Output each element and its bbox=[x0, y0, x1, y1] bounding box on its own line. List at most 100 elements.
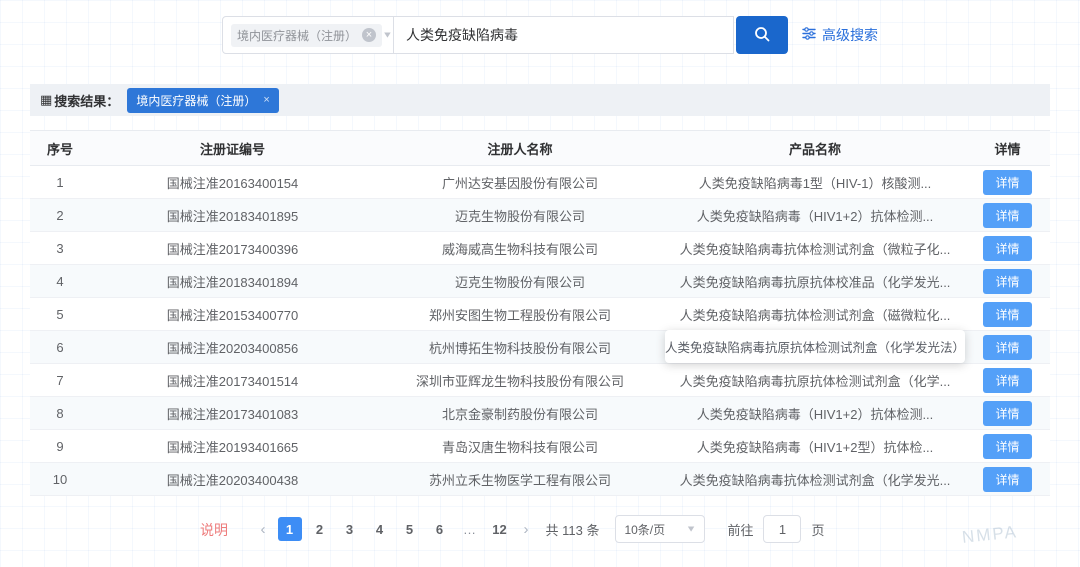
cell-reg-number: 国械注准20153400770 bbox=[90, 298, 375, 331]
cell-index: 9 bbox=[30, 430, 90, 463]
cell-index: 1 bbox=[30, 166, 90, 199]
page-button[interactable]: 6 bbox=[428, 517, 452, 541]
product-name-tooltip: 人类免疫缺陷病毒抗原抗体检测试剂盒（化学发光法） bbox=[665, 330, 965, 363]
search-bar: 境内医疗器械（注册） × ▼ 高级搜索 bbox=[222, 16, 878, 54]
detail-button[interactable]: 详情 bbox=[983, 203, 1031, 228]
cell-detail: 详情 bbox=[965, 298, 1050, 331]
cell-reg-number: 国械注准20203400438 bbox=[90, 463, 375, 496]
header-index: 序号 bbox=[30, 131, 90, 166]
header-registrant: 注册人名称 bbox=[375, 131, 665, 166]
cell-product: 人类免疫缺陷病毒（HIV1+2）抗体检测... bbox=[665, 199, 965, 232]
search-button[interactable] bbox=[736, 16, 788, 54]
cell-index: 7 bbox=[30, 364, 90, 397]
cell-registrant: 迈克生物股份有限公司 bbox=[375, 199, 665, 232]
table-row: 7 国械注准20173401514 深圳市亚辉龙生物科技股份有限公司 人类免疫缺… bbox=[30, 364, 1050, 397]
cell-reg-number: 国械注准20163400154 bbox=[90, 166, 375, 199]
results-label-text: 搜索结果： bbox=[54, 91, 119, 110]
table-row: 2 国械注准20183401895 迈克生物股份有限公司 人类免疫缺陷病毒（HI… bbox=[30, 199, 1050, 232]
table-header-row: 序号 注册证编号 注册人名称 产品名称 详情 bbox=[30, 131, 1050, 166]
cell-registrant: 苏州立禾生物医学工程有限公司 bbox=[375, 463, 665, 496]
cell-product: 人类免疫缺陷病毒抗体检测试剂盒（微粒子化... bbox=[665, 232, 965, 265]
page-size-value: 10条/页 bbox=[624, 521, 665, 538]
cell-detail: 详情 bbox=[965, 166, 1050, 199]
cell-detail: 详情 bbox=[965, 364, 1050, 397]
detail-button[interactable]: 详情 bbox=[983, 170, 1031, 195]
cell-index: 4 bbox=[30, 265, 90, 298]
cell-registrant: 杭州博拓生物科技股份有限公司 bbox=[375, 331, 665, 364]
goto-suffix: 页 bbox=[811, 520, 824, 539]
detail-button[interactable]: 详情 bbox=[983, 467, 1031, 492]
page-button[interactable]: 12 bbox=[488, 517, 512, 541]
total-count: 共 113 条 bbox=[546, 520, 600, 539]
category-tag-label: 境内医疗器械（注册） bbox=[237, 27, 357, 44]
cell-index: 5 bbox=[30, 298, 90, 331]
detail-button[interactable]: 详情 bbox=[983, 368, 1031, 393]
chevron-down-icon: ▼ bbox=[382, 30, 393, 40]
advanced-search-link[interactable]: 高级搜索 bbox=[802, 25, 878, 45]
table-row: 9 国械注准20193401665 青岛汉唐生物科技有限公司 人类免疫缺陷病毒（… bbox=[30, 430, 1050, 463]
grid-icon: ▦ bbox=[40, 92, 52, 108]
close-icon[interactable]: × bbox=[263, 94, 269, 106]
results-table: 序号 注册证编号 注册人名称 产品名称 详情 1 国械注准20163400154… bbox=[30, 130, 1050, 496]
cell-registrant: 威海威高生物科技有限公司 bbox=[375, 232, 665, 265]
cell-product: 人类免疫缺陷病毒抗原抗体检测试剂盒（化学... bbox=[665, 364, 965, 397]
category-tag-clear-icon[interactable]: × bbox=[362, 28, 376, 42]
pagination: 说明 ‹ 123456…12 › 共 113 条 10条/页 ▼ 前往 页 bbox=[30, 512, 1050, 546]
prev-page-icon[interactable]: ‹ bbox=[256, 521, 271, 538]
table-row: 8 国械注准20173401083 北京金豪制药股份有限公司 人类免疫缺陷病毒（… bbox=[30, 397, 1050, 430]
cell-detail: 详情 bbox=[965, 331, 1050, 364]
goto-page-input[interactable] bbox=[763, 515, 801, 543]
cell-registrant: 广州达安基因股份有限公司 bbox=[375, 166, 665, 199]
page-button[interactable]: 4 bbox=[368, 517, 392, 541]
cell-index: 6 bbox=[30, 331, 90, 364]
detail-button[interactable]: 详情 bbox=[983, 335, 1031, 360]
results-label: ▦ 搜索结果： bbox=[40, 91, 119, 110]
cell-reg-number: 国械注准20173401514 bbox=[90, 364, 375, 397]
cell-index: 8 bbox=[30, 397, 90, 430]
goto-label: 前往 bbox=[727, 520, 753, 539]
cell-registrant: 北京金豪制药股份有限公司 bbox=[375, 397, 665, 430]
cell-product: 人类免疫缺陷病毒抗原抗体校准品（化学发光... bbox=[665, 265, 965, 298]
header-detail: 详情 bbox=[965, 131, 1050, 166]
cell-product: 人类免疫缺陷病毒（HIV1+2）抗体检测... bbox=[665, 397, 965, 430]
detail-button[interactable]: 详情 bbox=[983, 434, 1031, 459]
page-list: 123456…12 bbox=[275, 517, 515, 541]
detail-button[interactable]: 详情 bbox=[983, 401, 1031, 426]
table-row: 10 国械注准20203400438 苏州立禾生物医学工程有限公司 人类免疫缺陷… bbox=[30, 463, 1050, 496]
cell-detail: 详情 bbox=[965, 232, 1050, 265]
note-text: 说明 bbox=[200, 520, 228, 540]
filter-icon bbox=[802, 27, 816, 43]
search-input[interactable] bbox=[394, 16, 734, 54]
next-page-icon[interactable]: › bbox=[519, 521, 534, 538]
category-select[interactable]: 境内医疗器械（注册） × ▼ bbox=[222, 16, 394, 54]
detail-button[interactable]: 详情 bbox=[983, 269, 1031, 294]
cell-detail: 详情 bbox=[965, 265, 1050, 298]
results-bar: ▦ 搜索结果： 境内医疗器械（注册） × bbox=[30, 84, 1050, 116]
results-filter-tag[interactable]: 境内医疗器械（注册） × bbox=[127, 88, 278, 113]
cell-detail: 详情 bbox=[965, 430, 1050, 463]
page-button[interactable]: 5 bbox=[398, 517, 422, 541]
cell-reg-number: 国械注准20193401665 bbox=[90, 430, 375, 463]
cell-index: 2 bbox=[30, 199, 90, 232]
header-reg-number: 注册证编号 bbox=[90, 131, 375, 166]
cell-reg-number: 国械注准20203400856 bbox=[90, 331, 375, 364]
page-button[interactable]: 3 bbox=[338, 517, 362, 541]
cell-reg-number: 国械注准20173400396 bbox=[90, 232, 375, 265]
cell-product: 人类免疫缺陷病毒1型（HIV-1）核酸测... bbox=[665, 166, 965, 199]
page-size-select[interactable]: 10条/页 ▼ bbox=[615, 515, 705, 543]
header-product: 产品名称 bbox=[665, 131, 965, 166]
cell-reg-number: 国械注准20183401895 bbox=[90, 199, 375, 232]
detail-button[interactable]: 详情 bbox=[983, 302, 1031, 327]
cell-reg-number: 国械注准20183401894 bbox=[90, 265, 375, 298]
cell-product: 人类免疫缺陷病毒抗体检测试剂盒（化学发光... bbox=[665, 463, 965, 496]
detail-button[interactable]: 详情 bbox=[983, 236, 1031, 261]
results-filter-tag-label: 境内医疗器械（注册） bbox=[136, 92, 256, 109]
page-button[interactable]: 2 bbox=[308, 517, 332, 541]
table-row: 1 国械注准20163400154 广州达安基因股份有限公司 人类免疫缺陷病毒1… bbox=[30, 166, 1050, 199]
search-icon bbox=[753, 25, 771, 46]
advanced-search-label: 高级搜索 bbox=[822, 25, 878, 45]
cell-index: 3 bbox=[30, 232, 90, 265]
chevron-down-icon: ▼ bbox=[686, 524, 697, 534]
cell-registrant: 青岛汉唐生物科技有限公司 bbox=[375, 430, 665, 463]
page-button[interactable]: 1 bbox=[278, 517, 302, 541]
